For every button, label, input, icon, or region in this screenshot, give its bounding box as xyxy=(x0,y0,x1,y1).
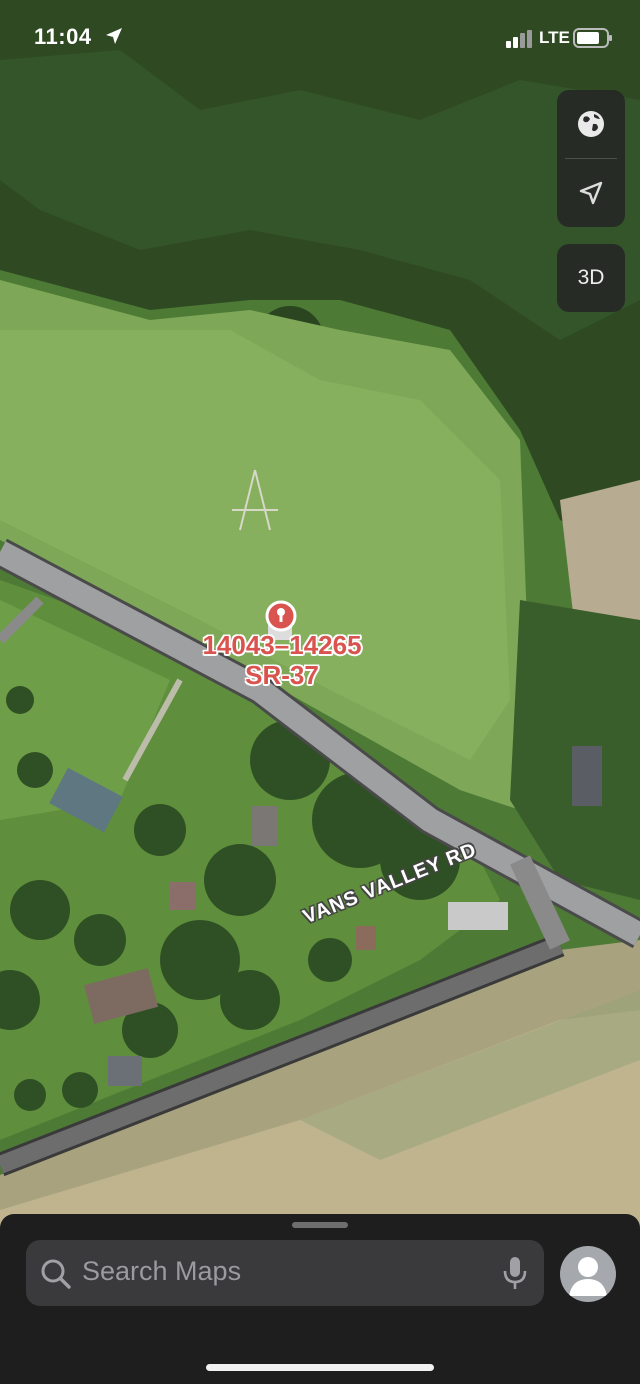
avatar[interactable] xyxy=(560,1246,616,1302)
three-d-control: 3D xyxy=(557,244,625,312)
mic-icon[interactable] xyxy=(502,1255,528,1291)
three-d-label: 3D xyxy=(577,266,605,289)
pin-address-line2: SR-37 xyxy=(245,660,319,690)
satellite-map[interactable] xyxy=(0,0,640,1384)
signal-icon xyxy=(506,30,532,48)
network-type: LTE xyxy=(539,28,570,47)
pin-address-label[interactable]: 14043–14265 SR-37 xyxy=(180,630,384,690)
bottom-sheet[interactable]: Search Maps xyxy=(0,1214,640,1384)
globe-icon xyxy=(578,111,604,137)
sheet-grabber[interactable] xyxy=(292,1222,348,1228)
map-controls xyxy=(557,90,625,227)
status-time: 11:04 xyxy=(34,24,92,49)
home-indicator xyxy=(206,1364,434,1371)
search-icon xyxy=(41,1259,71,1289)
pin-address-line1: 14043–14265 xyxy=(202,630,362,660)
track-location-button[interactable] xyxy=(557,159,625,227)
status-bar: 11:04 LTE xyxy=(0,0,640,76)
search-input[interactable]: Search Maps xyxy=(82,1256,241,1287)
battery-icon xyxy=(573,28,612,48)
map-mode-button[interactable] xyxy=(557,90,625,158)
three-d-button[interactable]: 3D xyxy=(557,244,625,312)
location-arrow-icon xyxy=(106,28,122,44)
navigate-icon xyxy=(579,181,603,205)
avatar-icon xyxy=(569,1257,607,1296)
search-bar[interactable]: Search Maps xyxy=(26,1240,544,1306)
